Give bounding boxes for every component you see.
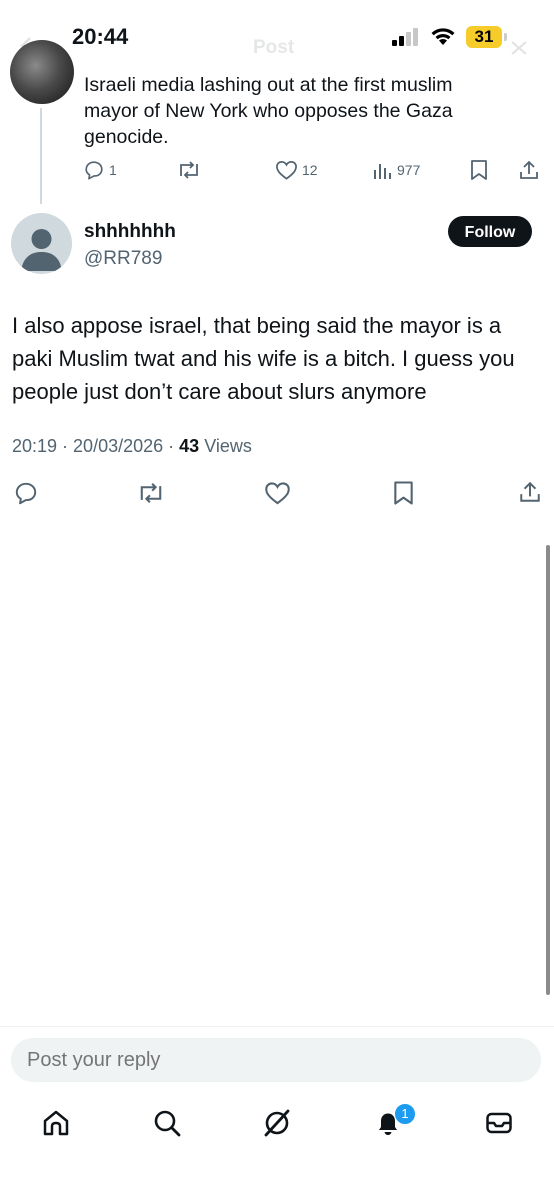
tweet-time: 20:19 (12, 436, 58, 456)
parent-reply-count: 1 (109, 162, 117, 178)
notification-badge: 1 (394, 1103, 416, 1125)
heart-icon (265, 482, 290, 505)
grok-icon (264, 1109, 290, 1137)
tweet-date: 20/03/2026 (73, 436, 164, 456)
wifi-icon (430, 26, 456, 46)
repost-button[interactable] (136, 480, 166, 506)
reply-button[interactable] (13, 480, 39, 506)
status-time: 20:44 (72, 24, 129, 49)
tweet-meta: 20:19 · 20/03/2026 · 43 Views (12, 436, 252, 456)
repost-icon (176, 159, 202, 181)
divider (0, 1026, 554, 1027)
user-handle[interactable]: @RR789 (84, 248, 162, 270)
reply-input[interactable] (11, 1038, 541, 1082)
reply-icon (15, 482, 37, 505)
reply-icon (83, 159, 105, 181)
battery-cap (504, 33, 507, 41)
parent-like-button[interactable]: 12 (275, 159, 318, 181)
bookmark-button[interactable] (393, 480, 414, 506)
scrollbar[interactable] (546, 545, 550, 995)
parent-tweet-text: Israeli media lashing out at the first m… (84, 74, 453, 148)
parent-bookmark-button[interactable] (470, 159, 488, 181)
parent-avatar[interactable] (10, 40, 74, 104)
share-icon (520, 481, 540, 502)
bookmark-icon (470, 159, 488, 181)
nav-home[interactable] (41, 1108, 71, 1138)
parent-reply-button[interactable]: 1 (83, 159, 117, 181)
signal-icon (392, 28, 420, 46)
battery-indicator: 31 (466, 26, 502, 48)
bookmark-icon (394, 481, 413, 505)
views-label[interactable]: Views (204, 436, 252, 456)
search-icon (154, 1110, 181, 1137)
thread-line (40, 108, 42, 204)
more-icon[interactable] (508, 38, 530, 58)
like-button[interactable] (264, 480, 291, 506)
parent-share-button[interactable] (518, 159, 540, 181)
follow-button[interactable]: Follow (448, 216, 532, 247)
share-icon (518, 159, 540, 181)
parent-views-button[interactable]: 977 (373, 159, 420, 181)
nav-messages[interactable] (484, 1108, 514, 1138)
nav-grok[interactable] (262, 1108, 292, 1138)
tweet-text: I also appose israel, that being said th… (12, 313, 515, 404)
display-name[interactable]: shhhhhhh (84, 221, 176, 243)
heart-icon (275, 159, 298, 181)
nav-search[interactable] (152, 1108, 182, 1138)
parent-repost-button[interactable] (176, 159, 202, 181)
parent-view-count: 977 (397, 162, 421, 178)
avatar[interactable] (11, 213, 72, 274)
share-button[interactable] (518, 480, 542, 504)
default-avatar-icon (21, 229, 62, 271)
parent-like-count: 12 (302, 162, 318, 178)
page-title: Post (253, 37, 295, 58)
home-icon (43, 1110, 69, 1136)
repost-icon (140, 483, 162, 503)
view-count[interactable]: 43 (179, 436, 199, 456)
envelope-icon (486, 1112, 512, 1134)
views-icon (373, 159, 393, 181)
